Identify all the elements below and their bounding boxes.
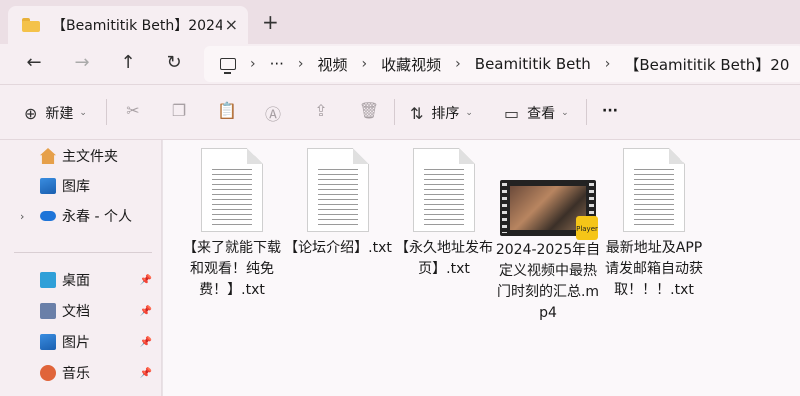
new-button[interactable]: ⊕ 新建 ⌄ [24, 103, 87, 123]
file-list: 【来了就能下载和观看！纯免费！】.txt 【论坛介绍】.txt 【永久地址发布页… [163, 140, 800, 396]
chevron-down-icon: ⌄ [561, 108, 569, 118]
sidebar-item-onedrive[interactable]: › 永春 - 个人 [0, 202, 160, 230]
folder-icon [22, 18, 40, 32]
tab-current-folder[interactable]: 【Beamititik Beth】2024 × [8, 6, 248, 44]
divider [586, 99, 587, 125]
home-icon [40, 148, 56, 164]
forward-button[interactable]: → [70, 52, 94, 73]
file-item[interactable]: Player 2024-2025年自定义视频中最热门时刻的汇总.mp4 [493, 140, 603, 324]
sidebar-item-documents[interactable]: 文档 📌 [0, 297, 160, 325]
pin-icon[interactable]: 📌 [140, 275, 152, 286]
more-options-button[interactable]: ··· [602, 103, 618, 119]
pin-icon[interactable]: 📌 [140, 368, 152, 379]
copy-icon[interactable]: ❐ [168, 101, 190, 120]
chevron-right-icon: › [250, 56, 256, 72]
navigation-bar: ← → ↑ ↻ › ··· › 视频 › 收藏视频 › Beamititik B… [0, 44, 800, 84]
breadcrumb-item[interactable]: 【Beamititik Beth】20 [624, 54, 789, 75]
sidebar-item-music[interactable]: 音乐 📌 [0, 359, 160, 387]
documents-icon [40, 303, 56, 319]
file-item[interactable]: 【论坛介绍】.txt [283, 140, 393, 259]
tab-strip: 【Beamititik Beth】2024 × + [0, 0, 800, 44]
breadcrumb-overflow[interactable]: ··· [270, 55, 284, 73]
file-name: 【来了就能下载和观看！纯免费！】.txt [183, 240, 281, 298]
breadcrumb-item[interactable]: Beamititik Beth [475, 55, 591, 73]
text-file-icon [413, 148, 475, 232]
sidebar-item-label: 永春 - 个人 [62, 209, 132, 225]
sort-label: 排序 [431, 106, 460, 122]
chevron-right-icon[interactable]: › [20, 210, 24, 223]
chevron-right-icon: › [455, 56, 461, 72]
command-bar: ⊕ 新建 ⌄ ✂ ❐ 📋 Ⓐ ⇪ 🗑 ⇅ 排序 ⌄ ▭ 查看 ⌄ ··· [0, 84, 800, 140]
tab-title: 【Beamititik Beth】2024 [52, 18, 222, 34]
sidebar-item-desktop[interactable]: 桌面 📌 [0, 266, 160, 294]
plus-circle-icon: ⊕ [24, 103, 38, 123]
sidebar-item-gallery[interactable]: 图库 [0, 172, 160, 200]
divider [394, 99, 395, 125]
paste-icon[interactable]: 📋 [216, 101, 238, 120]
refresh-button[interactable]: ↻ [162, 52, 186, 73]
chevron-down-icon: ⌄ [79, 108, 87, 118]
file-name: 【论坛介绍】.txt [284, 240, 392, 256]
pin-icon[interactable]: 📌 [140, 337, 152, 348]
sidebar-item-label: 图片 [62, 335, 90, 351]
back-button[interactable]: ← [22, 52, 46, 73]
sort-button[interactable]: ⇅ 排序 ⌄ [410, 103, 473, 123]
sidebar-item-pictures[interactable]: 图片 📌 [0, 328, 160, 356]
chevron-right-icon: › [361, 56, 368, 72]
sidebar-item-label: 桌面 [62, 273, 90, 289]
video-thumbnail: Player [500, 180, 598, 240]
text-file-icon [201, 148, 263, 232]
computer-icon [220, 58, 236, 74]
text-file-icon [307, 148, 369, 232]
text-file-icon [623, 148, 685, 232]
sidebar-item-label: 音乐 [62, 366, 90, 382]
divider [14, 252, 152, 253]
view-label: 查看 [527, 106, 556, 122]
chevron-down-icon: ⌄ [465, 108, 473, 118]
music-icon [40, 365, 56, 381]
new-tab-button[interactable]: + [262, 10, 279, 34]
up-button[interactable]: ↑ [116, 52, 140, 73]
close-icon[interactable]: × [225, 15, 238, 34]
sort-icon: ⇅ [410, 103, 424, 123]
sidebar: 主文件夹 图库 › 永春 - 个人 桌面 📌 文档 📌 图片 📌 音乐 📌 [0, 140, 162, 396]
sidebar-item-label: 图库 [62, 179, 90, 195]
rename-icon[interactable]: Ⓐ [262, 101, 284, 125]
pin-icon[interactable]: 📌 [140, 306, 152, 317]
file-name: 2024-2025年自定义视频中最热门时刻的汇总.mp4 [495, 242, 601, 321]
chevron-right-icon: › [297, 56, 304, 72]
divider [106, 99, 107, 125]
new-label: 新建 [45, 106, 74, 122]
view-button[interactable]: ▭ 查看 ⌄ [504, 103, 569, 123]
cloud-icon [40, 211, 56, 221]
pictures-icon [40, 334, 56, 350]
file-name: 最新地址及APP请发邮箱自动获取！！！.txt [605, 240, 703, 298]
file-name: 【永久地址发布页】.txt [395, 240, 493, 277]
view-icon: ▭ [504, 103, 520, 123]
desktop-icon [40, 272, 56, 288]
chevron-right-icon: › [604, 56, 611, 72]
breadcrumb-item[interactable]: 收藏视频 [381, 54, 441, 75]
cut-icon[interactable]: ✂ [122, 101, 144, 120]
file-item[interactable]: 最新地址及APP请发邮箱自动获取！！！.txt [599, 140, 709, 301]
gallery-icon [40, 178, 56, 194]
file-item[interactable]: 【永久地址发布页】.txt [389, 140, 499, 280]
player-badge-icon: Player [576, 216, 598, 240]
sidebar-item-label: 文档 [62, 304, 90, 320]
share-icon[interactable]: ⇪ [310, 101, 332, 120]
sidebar-item-home[interactable]: 主文件夹 [0, 142, 160, 170]
sidebar-item-label: 主文件夹 [62, 149, 118, 165]
address-bar[interactable]: › ··· › 视频 › 收藏视频 › Beamititik Beth › 【B… [204, 46, 800, 82]
breadcrumb-item[interactable]: 视频 [318, 54, 348, 75]
delete-icon[interactable]: 🗑 [358, 101, 380, 120]
file-item[interactable]: 【来了就能下载和观看！纯免费！】.txt [177, 140, 287, 301]
